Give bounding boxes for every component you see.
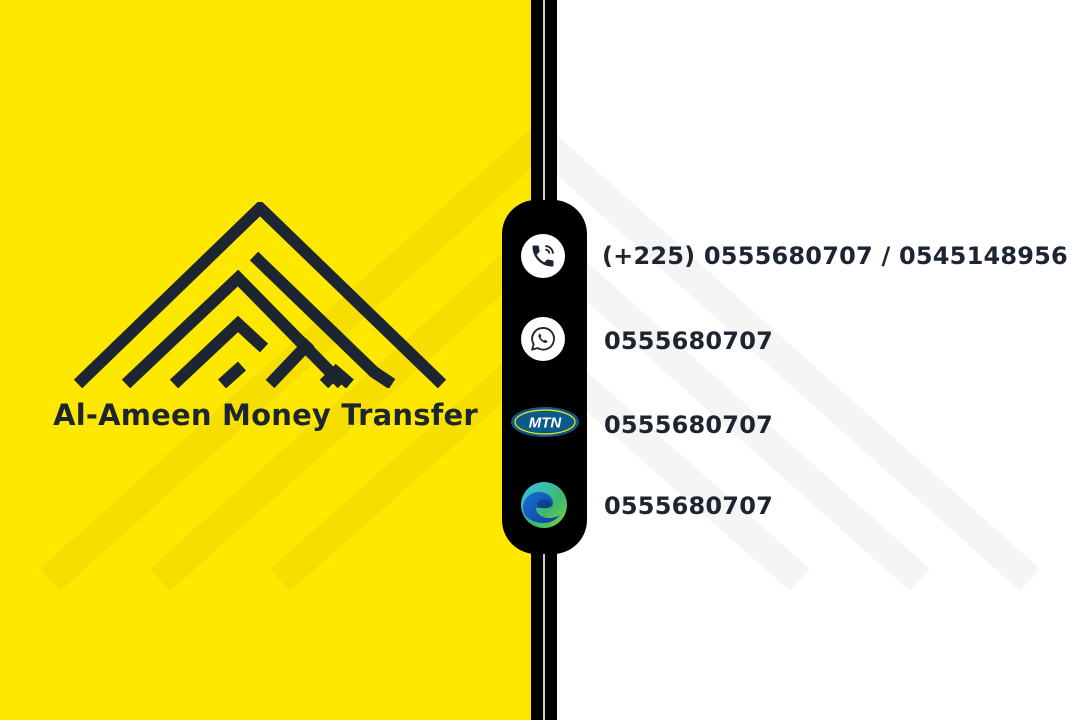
company-logo <box>74 202 446 388</box>
whatsapp-icon <box>530 326 555 351</box>
phone-icon-circle[interactable] <box>521 234 565 278</box>
mtn-number: 0555680707 <box>604 411 773 439</box>
phone-numbers: (+225) 0555680707 / 0545148956 <box>602 242 1068 270</box>
edge-number: 0555680707 <box>604 492 773 520</box>
edge-browser-icon[interactable] <box>519 480 569 530</box>
mtn-logo-text: MTN <box>529 415 563 432</box>
mtn-logo[interactable]: MTN <box>510 406 580 438</box>
phone-icon <box>532 245 554 267</box>
whatsapp-icon-circle[interactable] <box>521 317 565 361</box>
company-name: Al-Ameen Money Transfer <box>53 398 478 432</box>
whatsapp-number: 0555680707 <box>604 327 773 355</box>
